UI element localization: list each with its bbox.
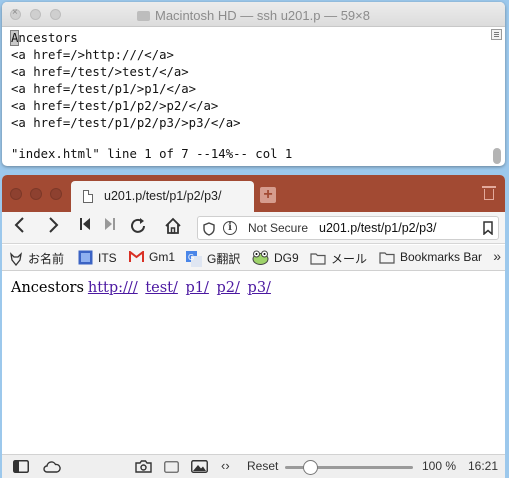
svg-text:G: G — [188, 253, 194, 262]
ancestor-link[interactable]: p1/ — [186, 280, 209, 296]
shield-icon[interactable] — [203, 222, 215, 236]
bookmark-item[interactable]: DG9 — [252, 250, 299, 265]
ancestor-link[interactable]: p2/ — [217, 280, 240, 296]
navigation-toolbar: i Not Secure u201.p/test/p1/p2/p3/ — [2, 212, 505, 244]
clock-time: 16:21 — [468, 459, 499, 473]
folder-icon — [379, 251, 395, 264]
camera-icon[interactable] — [135, 460, 152, 473]
folder-icon — [310, 253, 326, 265]
bookmark-item[interactable]: G G翻訳 — [186, 250, 240, 267]
skip-back-icon — [80, 218, 90, 230]
status-bar: ‹› Reset 100 % 16:21 — [2, 454, 505, 478]
arrow-left-icon — [14, 217, 24, 233]
browser-close-button[interactable] — [10, 188, 22, 200]
terminal-menu-icon[interactable] — [491, 29, 502, 40]
rewind-button[interactable] — [74, 217, 96, 239]
home-icon — [165, 217, 181, 234]
bookmark-label: ITS — [98, 250, 117, 265]
bookmark-item[interactable]: メール — [310, 250, 367, 267]
page-heading: Ancestors — [11, 280, 84, 296]
frog-icon — [252, 250, 269, 265]
forward-button[interactable] — [42, 217, 64, 239]
terminal-line: <a href=/test/>test/</a> — [11, 65, 189, 79]
bookmark-item[interactable]: Gm1 — [129, 250, 175, 264]
ancestor-link[interactable]: test/ — [145, 280, 178, 296]
bookmark-label: Bookmarks Bar — [400, 250, 483, 264]
ancestor-link[interactable]: p3/ — [248, 280, 271, 296]
bookmark-item[interactable]: Bookmarks Bar — [379, 250, 482, 264]
browser-window: u201.p/test/p1/p2/p3/ + i Not Secure u20… — [2, 175, 505, 478]
gmail-icon — [129, 251, 144, 262]
terminal-scrollbar[interactable] — [493, 148, 501, 164]
terminal-line: <a href=/test/p1/p2/p3/>p3/</a> — [11, 116, 241, 130]
window-icon[interactable] — [164, 461, 179, 473]
skip-forward-icon — [105, 218, 115, 230]
bookmark-label: Gm1 — [149, 250, 176, 264]
its-icon — [78, 250, 93, 265]
terminal-titlebar: Macintosh HD — ssh u201.p — 59×8 — [2, 2, 505, 27]
terminal-line: <a href=/test/p1/p2/>p2/</a> — [11, 99, 219, 113]
trash-icon[interactable] — [482, 186, 496, 200]
security-label: Not Secure — [248, 221, 309, 235]
cloud-icon[interactable] — [43, 460, 61, 473]
code-icon[interactable]: ‹› — [221, 458, 230, 473]
terminal-window: Macintosh HD — ssh u201.p — 59×8 Ancesto… — [2, 2, 505, 166]
bookmark-label: お名前 — [28, 252, 65, 266]
tab-title: u201.p/test/p1/p2/p3/ — [104, 189, 222, 203]
zoom-slider[interactable] — [285, 460, 413, 475]
bookmarks-bar: お名前 ITS Gm1 G G翻訳 DG9 メール Bookmarks Bar … — [2, 245, 505, 271]
url-text[interactable]: u201.p/test/p1/p2/p3/ — [319, 221, 436, 235]
zoom-reset-button[interactable]: Reset — [247, 459, 278, 473]
page-icon — [83, 190, 93, 203]
terminal-content[interactable]: Ancestors <a href=/>http:///</a> <a href… — [9, 30, 241, 132]
back-button[interactable] — [9, 217, 31, 239]
bookmark-label: メール — [331, 252, 368, 266]
tab-bar: u201.p/test/p1/p2/p3/ + — [2, 175, 505, 212]
info-icon[interactable]: i — [223, 221, 237, 235]
image-icon[interactable] — [191, 460, 208, 473]
browser-minimize-button[interactable] — [30, 188, 42, 200]
hard-disk-icon — [137, 11, 150, 21]
new-tab-button[interactable]: + — [260, 187, 276, 203]
tab-active[interactable]: u201.p/test/p1/p2/p3/ — [71, 181, 254, 212]
ancestor-link[interactable]: http:/// — [88, 280, 138, 296]
terminal-line: ncestors — [18, 31, 78, 45]
fast-forward-button[interactable] — [99, 217, 121, 239]
page-content: Ancestors http:/// test/ p1/ p2/ p3/ — [2, 272, 505, 452]
sidebar-toggle-icon[interactable] — [13, 460, 29, 473]
terminal-title: Macintosh HD — ssh u201.p — 59×8 — [155, 8, 370, 23]
reload-button[interactable] — [127, 217, 149, 239]
terminal-line: <a href=/>http:///</a> — [11, 48, 174, 62]
zoom-level: 100 % — [422, 459, 457, 473]
bookmark-label: DG9 — [274, 250, 299, 265]
address-bar[interactable]: i Not Secure u201.p/test/p1/p2/p3/ — [197, 216, 499, 240]
fox-icon — [10, 251, 22, 266]
bookmark-item[interactable]: お名前 — [9, 250, 64, 267]
bookmark-icon[interactable] — [483, 221, 493, 235]
home-button[interactable] — [162, 217, 184, 239]
bookmark-label: G翻訳 — [207, 252, 241, 266]
vi-status-line: "index.html" line 1 of 7 --14%-- col 1 — [11, 147, 293, 161]
terminal-line: <a href=/test/p1/>p1/</a> — [11, 82, 197, 96]
bookmarks-overflow-icon[interactable]: » — [493, 248, 501, 264]
reload-icon — [131, 218, 145, 233]
zoom-slider-knob[interactable] — [303, 460, 318, 475]
arrow-right-icon — [49, 217, 59, 233]
bookmark-item[interactable]: ITS — [78, 250, 117, 265]
google-translate-icon: G — [186, 250, 202, 267]
browser-zoom-button[interactable] — [50, 188, 62, 200]
